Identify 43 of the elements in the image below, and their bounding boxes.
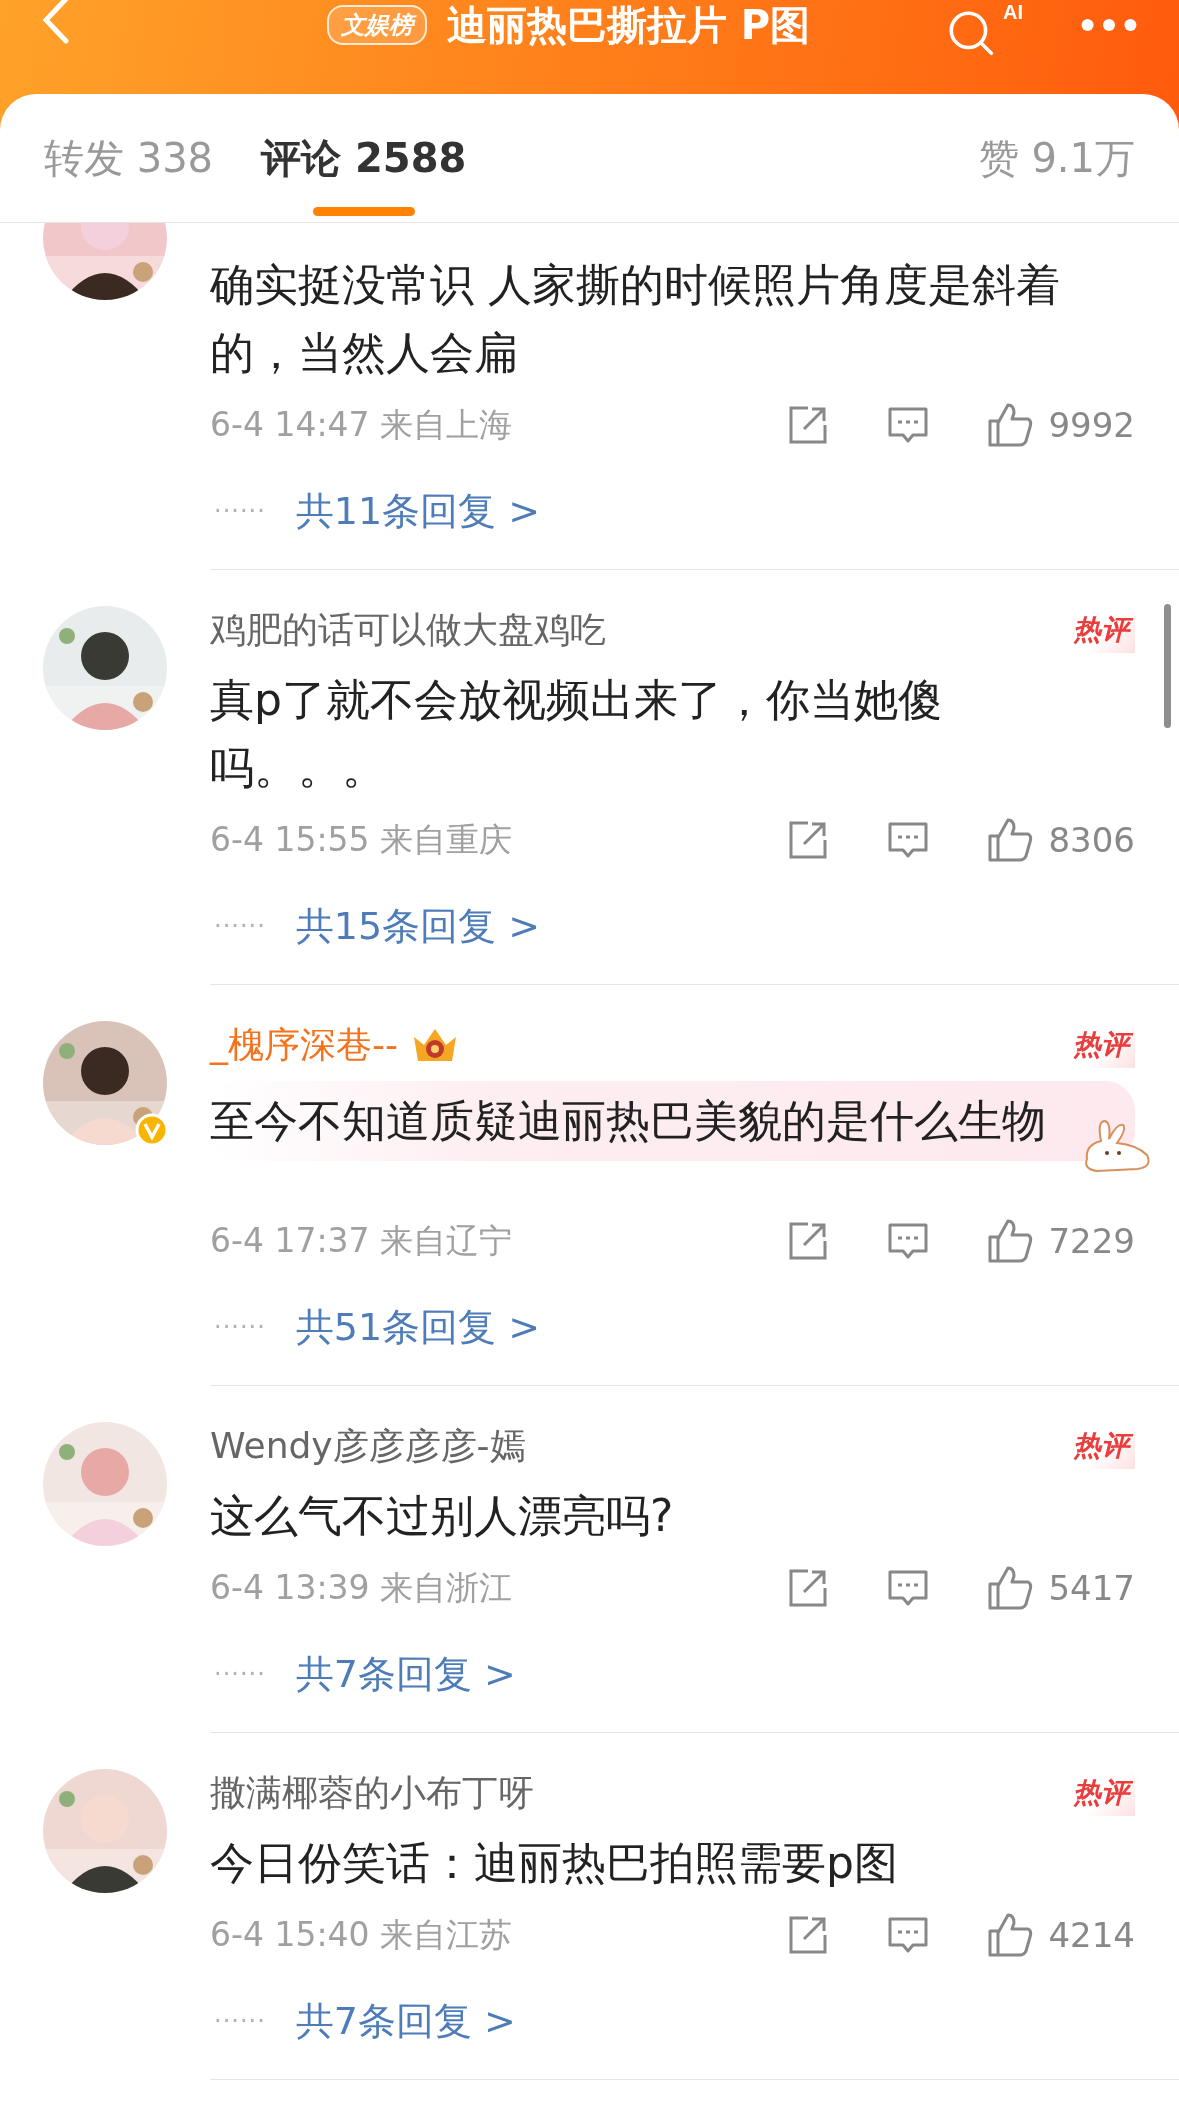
view-replies-link[interactable]: 共11条回复 >	[295, 485, 541, 537]
comment-text: 真p了就不会放视频出来了，你当她傻吗。。。	[210, 673, 943, 795]
comment-time: 6-4 15:40 来自江苏	[210, 1913, 512, 1956]
comment-text: 确实挺没常识 人家撕的时候照片角度是斜着的，当然人会扁	[210, 258, 1061, 380]
scrollbar[interactable]	[1164, 604, 1171, 728]
dots-text: ······	[214, 2007, 266, 2035]
tab[interactable]: 转发 338	[44, 94, 214, 222]
dots-text: ······	[214, 1313, 266, 1341]
dots-text: ······	[214, 912, 266, 940]
comment-text: 今日份笑话：迪丽热巴拍照需要p图	[210, 1836, 899, 1890]
comment-time: 6-4 17:37 来自辽宁	[210, 1219, 512, 1262]
view-replies-link[interactable]: 共7条回复 >	[295, 1648, 516, 1700]
ai-search-button[interactable]: AI	[947, 1, 1023, 61]
view-replies-link[interactable]: 共7条回复 >	[295, 1995, 516, 2047]
thumbs-up-icon[interactable]	[986, 1217, 1035, 1265]
user-name[interactable]: _槐序深巷--	[210, 1020, 398, 1070]
like-button[interactable]: 4214	[986, 1911, 1135, 1959]
comment-time: 6-4 13:39 来自浙江	[210, 1566, 512, 1609]
comment-text: 至今不知道质疑迪丽热巴美貌的是什么生物	[210, 1094, 1046, 1148]
user-name[interactable]: Wendy彦彦彦彦-嫣	[210, 1421, 526, 1471]
back-icon[interactable]	[40, 0, 70, 45]
thumbs-up-icon[interactable]	[986, 1911, 1035, 1959]
thumbs-up-icon[interactable]	[986, 401, 1035, 449]
like-button[interactable]: 8306	[986, 816, 1135, 864]
dots-text: ······	[214, 1660, 266, 1688]
thumbs-up-icon[interactable]	[986, 816, 1035, 864]
likes-count[interactable]: 赞 9.1万	[978, 130, 1135, 186]
comment-time: 6-4 14:47 来自上海	[210, 403, 512, 446]
ranking-badge: 文娱榜	[326, 5, 427, 45]
page-title: 迪丽热巴撕拉片 P图	[446, 0, 811, 50]
user-name[interactable]: 撒满椰蓉的小布丁呀	[210, 1768, 534, 1818]
like-button[interactable]: 9992	[986, 401, 1135, 449]
dots-text: ······	[214, 497, 266, 525]
more-icon[interactable]	[1079, 16, 1139, 34]
tab[interactable]: 评论 2588	[261, 94, 467, 222]
thumbs-up-icon[interactable]	[986, 1564, 1035, 1612]
comment-time: 6-4 15:55 来自重庆	[210, 818, 512, 861]
view-replies-link[interactable]: 共51条回复 >	[295, 1301, 541, 1353]
like-button[interactable]: 5417	[986, 1564, 1135, 1612]
comment-text: 这么气不过别人漂亮吗?	[210, 1489, 675, 1543]
view-replies-link[interactable]: 共15条回复 >	[295, 900, 541, 952]
like-button[interactable]: 7229	[986, 1217, 1135, 1265]
user-name[interactable]: 鸡肥的话可以做大盘鸡吃	[210, 605, 606, 655]
